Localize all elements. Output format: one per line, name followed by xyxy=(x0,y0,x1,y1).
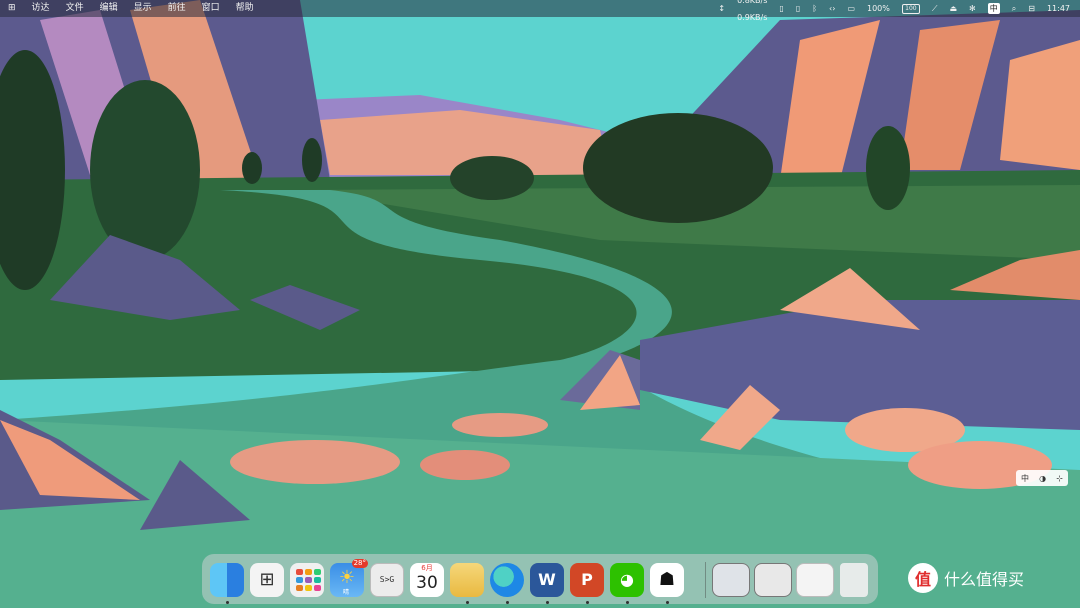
moon-icon[interactable]: ◑ xyxy=(1039,474,1046,483)
network-speed[interactable]: 0.8KB/s 0.9KB/s xyxy=(731,0,773,26)
running-indicator xyxy=(226,601,229,604)
running-indicator xyxy=(626,601,629,604)
weather-temp-badge: 28° xyxy=(351,559,368,568)
search-icon[interactable]: ⌕ xyxy=(1006,0,1022,17)
menu-bar: ⊞ 访达 文件 编辑 显示 前往 窗口 帮助 ↕ 0.8KB/s 0.9KB/s… xyxy=(0,0,1080,22)
menu-finder[interactable]: 访达 xyxy=(24,0,58,17)
ime-indicator[interactable]: 中 xyxy=(982,3,1006,14)
battery-icon: 100 xyxy=(901,3,920,14)
windows-icon[interactable]: ⊞ xyxy=(0,0,24,17)
edge-icon[interactable] xyxy=(490,563,524,597)
bluetooth-icon[interactable]: ᛒ xyxy=(806,0,823,17)
ime-chinese-toggle[interactable]: 中 xyxy=(1021,473,1029,484)
window-thumbnail-1[interactable] xyxy=(712,563,750,597)
running-indicator xyxy=(546,601,549,604)
eject-icon[interactable]: ⏏ xyxy=(943,0,963,17)
display-icon[interactable]: ▭ xyxy=(841,0,861,17)
launchpad-icon[interactable] xyxy=(290,563,324,597)
running-indicator xyxy=(586,601,589,604)
terminal-icon[interactable]: S>G xyxy=(370,563,404,597)
watermark-text: 什么值得买 xyxy=(944,570,1025,589)
calendar-icon[interactable]: 6月 30 xyxy=(410,563,444,597)
menu-file[interactable]: 文件 xyxy=(58,0,92,17)
windows-start-icon[interactable]: ⊞ xyxy=(250,563,284,597)
wechat-icon[interactable]: ◕ xyxy=(610,563,644,597)
window-thumbnail-3[interactable] xyxy=(796,563,834,597)
settings-icon[interactable]: ✻ xyxy=(963,0,982,17)
menu-edit[interactable]: 编辑 xyxy=(92,0,126,17)
menu-window[interactable]: 窗口 xyxy=(194,0,228,17)
folder-icon[interactable] xyxy=(450,563,484,597)
battery-percent: 100% xyxy=(867,4,890,13)
net-down-text: 0.9KB/s xyxy=(737,12,768,22)
watermark: 值 什么值得买 xyxy=(908,563,1024,593)
window-thumbnail-2[interactable] xyxy=(754,563,792,597)
phone-icon[interactable]: ▯ xyxy=(790,0,806,17)
weather-condition: 晴 xyxy=(343,589,350,596)
battery-indicator[interactable]: 100 xyxy=(896,3,926,14)
calendar-day: 30 xyxy=(416,573,438,593)
menu-go[interactable]: 前往 xyxy=(160,0,194,17)
qq-icon[interactable]: ☗ xyxy=(650,563,684,597)
dock: ⊞ ☀ 28° 晴 S>G 6月 30 W P ◕ ☗ xyxy=(202,554,878,604)
memory-icon[interactable]: ▯ xyxy=(773,0,789,17)
finder-icon[interactable] xyxy=(210,563,244,597)
terminal-text: S>G xyxy=(379,575,395,584)
control-center-icon[interactable]: ⊟ xyxy=(1022,0,1041,17)
weather-icon[interactable]: ☀ 28° 晴 xyxy=(330,559,368,597)
menu-help[interactable]: 帮助 xyxy=(228,0,262,17)
net-up-text: 0.8KB/s xyxy=(737,0,768,5)
code-icon[interactable]: ‹› xyxy=(823,0,841,17)
ime-floating-toolbar[interactable]: 中 ◑ ⊹ xyxy=(1016,470,1068,486)
upload-arrow-icon: ↕ xyxy=(718,4,726,13)
running-indicator xyxy=(666,601,669,604)
running-indicator xyxy=(506,601,509,604)
punctuation-icon[interactable]: ⊹ xyxy=(1056,474,1063,483)
powerpoint-icon[interactable]: P xyxy=(570,563,604,597)
wifi-off-icon[interactable]: ⟋ xyxy=(926,0,944,17)
dock-separator xyxy=(705,562,706,598)
ime-text: 中 xyxy=(987,3,1000,14)
desktop-wallpaper xyxy=(0,0,1080,608)
powerpoint-letter: P xyxy=(581,570,593,589)
menu-view[interactable]: 显示 xyxy=(126,0,160,17)
trash-icon[interactable] xyxy=(840,563,868,597)
word-icon[interactable]: W xyxy=(530,563,564,597)
calendar-month: 6月 xyxy=(421,564,433,572)
clock-text[interactable]: 11:47 xyxy=(1041,0,1080,17)
word-letter: W xyxy=(538,570,556,589)
running-indicator xyxy=(466,601,469,604)
watermark-logo: 值 xyxy=(908,563,938,593)
